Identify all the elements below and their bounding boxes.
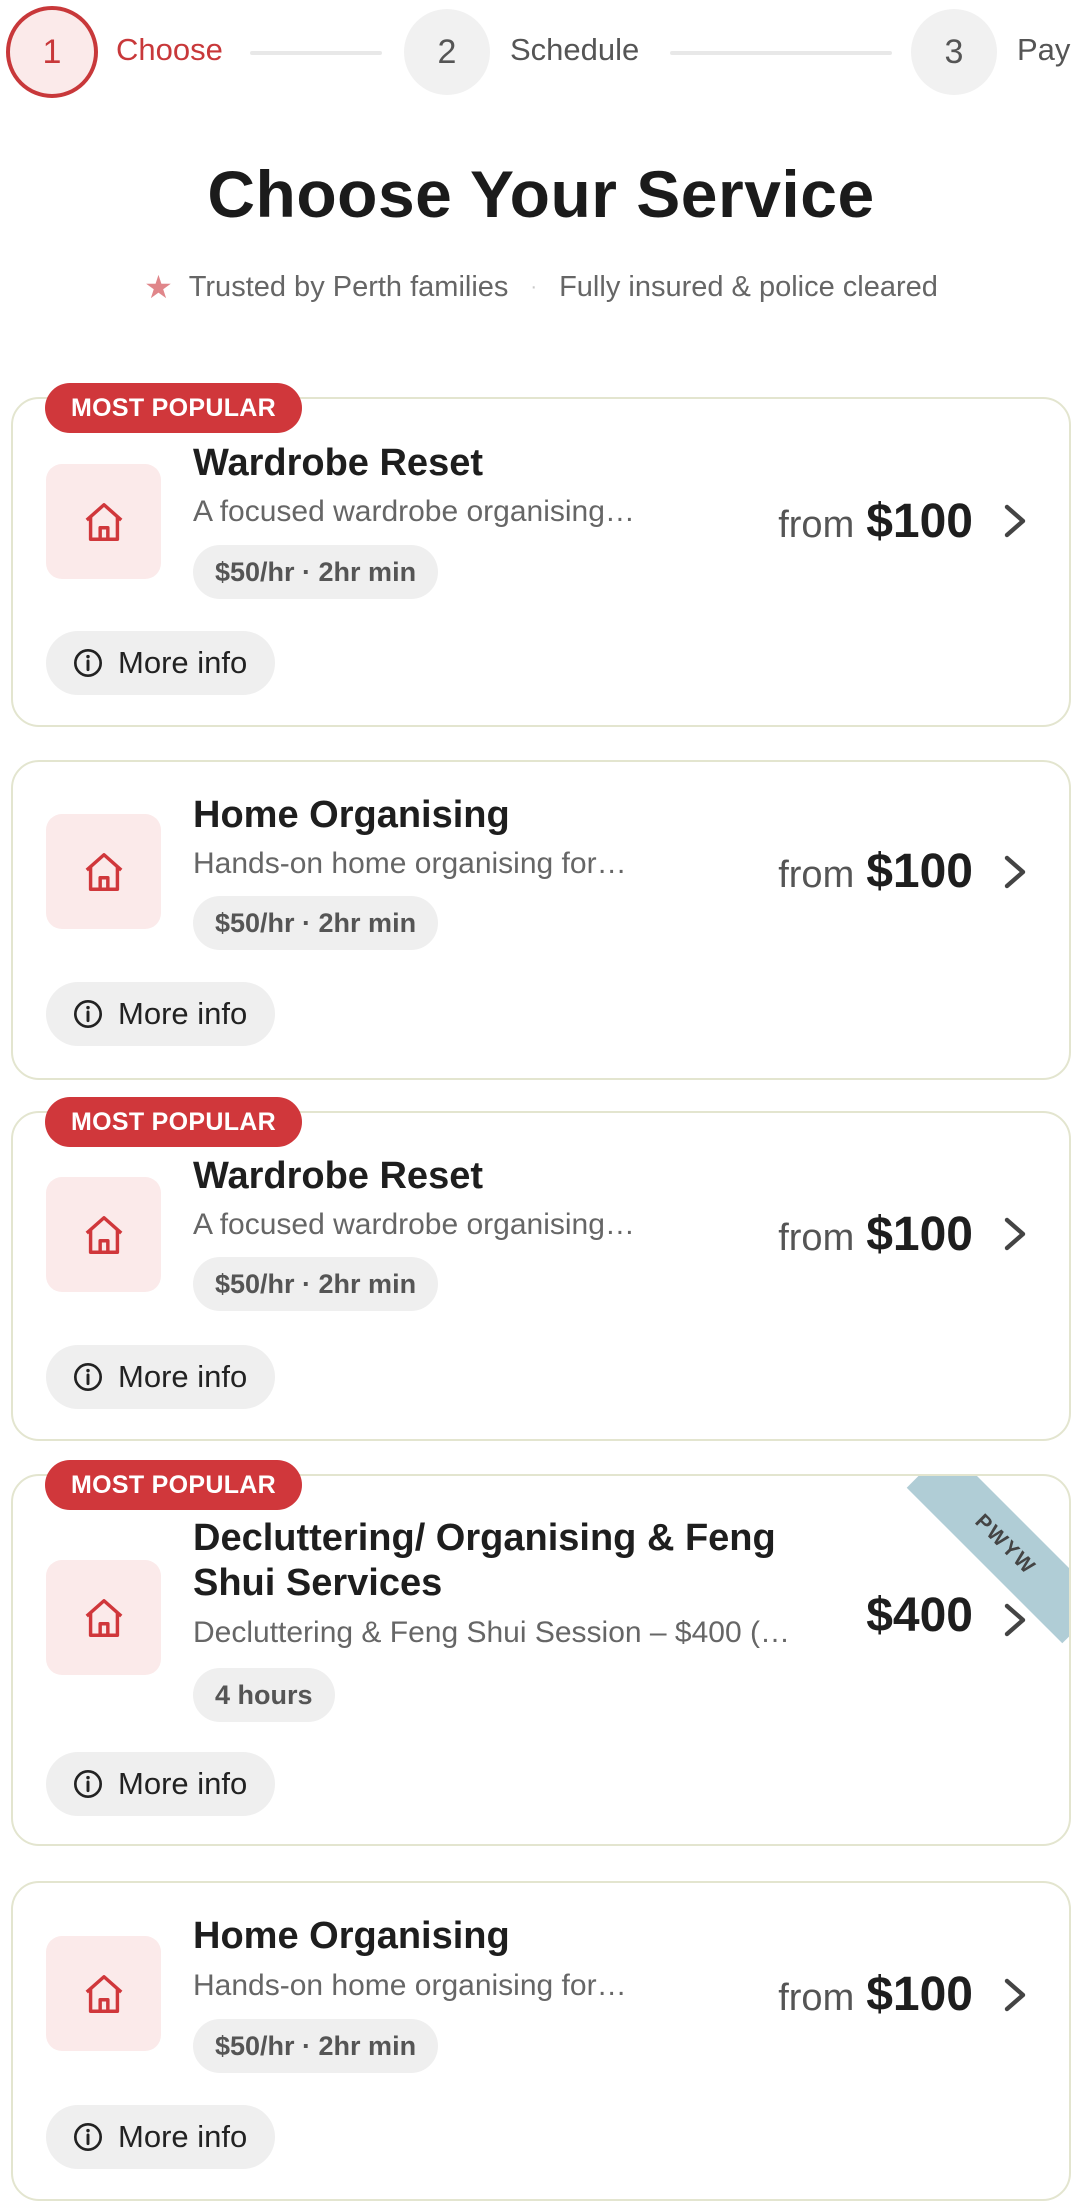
service-card[interactable]: Wardrobe Reset A focused wardrobe organi… <box>11 1111 1071 1441</box>
price: from $100 <box>778 494 973 549</box>
price: from $100 <box>778 1967 973 2022</box>
more-info-button[interactable]: More info <box>46 982 276 1046</box>
info-icon <box>74 1770 102 1798</box>
step-3-circle[interactable]: 3 <box>911 9 997 95</box>
service-title: Decluttering/ Organising & Feng Shui Ser… <box>193 1517 776 1604</box>
step-1-label: Choose <box>116 32 223 67</box>
info-icon <box>74 1363 102 1391</box>
step-1-circle[interactable]: 1 <box>6 6 98 98</box>
price-prefix: from <box>778 1977 855 2019</box>
service-description: Hands-on home organising for… <box>193 847 627 880</box>
chevron-right-icon[interactable] <box>999 501 1031 541</box>
service-title: Home Organising <box>193 794 510 836</box>
step-2-label: Schedule <box>510 32 640 67</box>
step-2-number: 2 <box>437 32 457 71</box>
most-popular-badge: MOST POPULAR <box>45 383 302 433</box>
service-description: Hands-on home organising for… <box>193 1969 627 2002</box>
home-icon <box>46 1177 161 1292</box>
chevron-right-icon[interactable] <box>999 852 1031 892</box>
service-title: Home Organising <box>193 1915 510 1957</box>
rate-chip: $50/hr · 2hr min <box>193 545 439 599</box>
home-icon <box>46 464 161 579</box>
service-card[interactable]: Home Organising Hands-on home organising… <box>11 760 1071 1080</box>
more-info-label: More info <box>118 2119 248 2154</box>
home-icon <box>46 1560 161 1675</box>
trust-text-2: Fully insured & police cleared <box>559 270 938 303</box>
price-prefix: from <box>778 854 855 896</box>
price-amount: $100 <box>866 1968 973 2021</box>
step-1-number: 1 <box>42 32 62 71</box>
price-amount: $400 <box>866 1589 973 1642</box>
info-icon <box>74 2123 102 2151</box>
more-info-label: More info <box>118 1766 248 1801</box>
star-icon: ★ <box>144 269 173 305</box>
service-title: Wardrobe Reset <box>193 442 483 484</box>
more-info-button[interactable]: More info <box>46 1752 276 1816</box>
service-title: Wardrobe Reset <box>193 1155 483 1197</box>
progress-stepper: 1 Choose 2 Schedule 3 Pay <box>0 0 1082 104</box>
price: from $100 <box>778 844 973 899</box>
step-3-label: Pay <box>1017 32 1071 67</box>
info-icon <box>74 1000 102 1028</box>
trust-text-1: Trusted by Perth families <box>188 270 509 303</box>
most-popular-badge: MOST POPULAR <box>45 1097 302 1147</box>
trust-row: ★ Trusted by Perth families · Fully insu… <box>0 268 1082 306</box>
service-description: Decluttering & Feng Shui Session – $400 … <box>193 1616 790 1649</box>
chevron-right-icon[interactable] <box>999 1600 1031 1640</box>
home-icon <box>46 814 161 929</box>
price-prefix: from <box>778 504 855 546</box>
rate-chip: $50/hr · 2hr min <box>193 1257 439 1311</box>
rate-chip: $50/hr · 2hr min <box>193 896 439 950</box>
more-info-label: More info <box>118 645 248 680</box>
step-3-number: 3 <box>944 32 964 71</box>
service-description: A focused wardrobe organising… <box>193 495 635 528</box>
step-2-circle[interactable]: 2 <box>404 9 490 95</box>
page-title: Choose Your Service <box>207 157 875 231</box>
info-icon <box>74 649 102 677</box>
price-prefix: from <box>778 1217 855 1259</box>
step-connector-2 <box>670 51 892 55</box>
service-description: A focused wardrobe organising… <box>193 1208 635 1241</box>
rate-chip: 4 hours <box>193 1668 335 1722</box>
more-info-button[interactable]: More info <box>46 1345 276 1409</box>
service-card[interactable]: PWYW Decluttering/ Organising & Feng Shu… <box>11 1474 1071 1846</box>
more-info-button[interactable]: More info <box>46 631 276 695</box>
price-amount: $100 <box>866 1208 973 1261</box>
service-card[interactable]: Home Organising Hands-on home organising… <box>11 1881 1071 2201</box>
price: from $100 <box>778 1207 973 1262</box>
home-icon <box>46 1936 161 2051</box>
price: $400 <box>866 1588 973 1643</box>
price-amount: $100 <box>866 845 973 898</box>
step-connector-1 <box>250 51 382 55</box>
chevron-right-icon[interactable] <box>999 1975 1031 2015</box>
separator-dot: · <box>530 275 538 298</box>
service-card[interactable]: Wardrobe Reset A focused wardrobe organi… <box>11 397 1071 727</box>
chevron-right-icon[interactable] <box>999 1214 1031 1254</box>
more-info-label: More info <box>118 996 248 1031</box>
rate-chip: $50/hr · 2hr min <box>193 2019 439 2073</box>
price-amount: $100 <box>866 495 973 548</box>
more-info-label: More info <box>118 1359 248 1394</box>
most-popular-badge: MOST POPULAR <box>45 1460 302 1510</box>
more-info-button[interactable]: More info <box>46 2105 276 2169</box>
